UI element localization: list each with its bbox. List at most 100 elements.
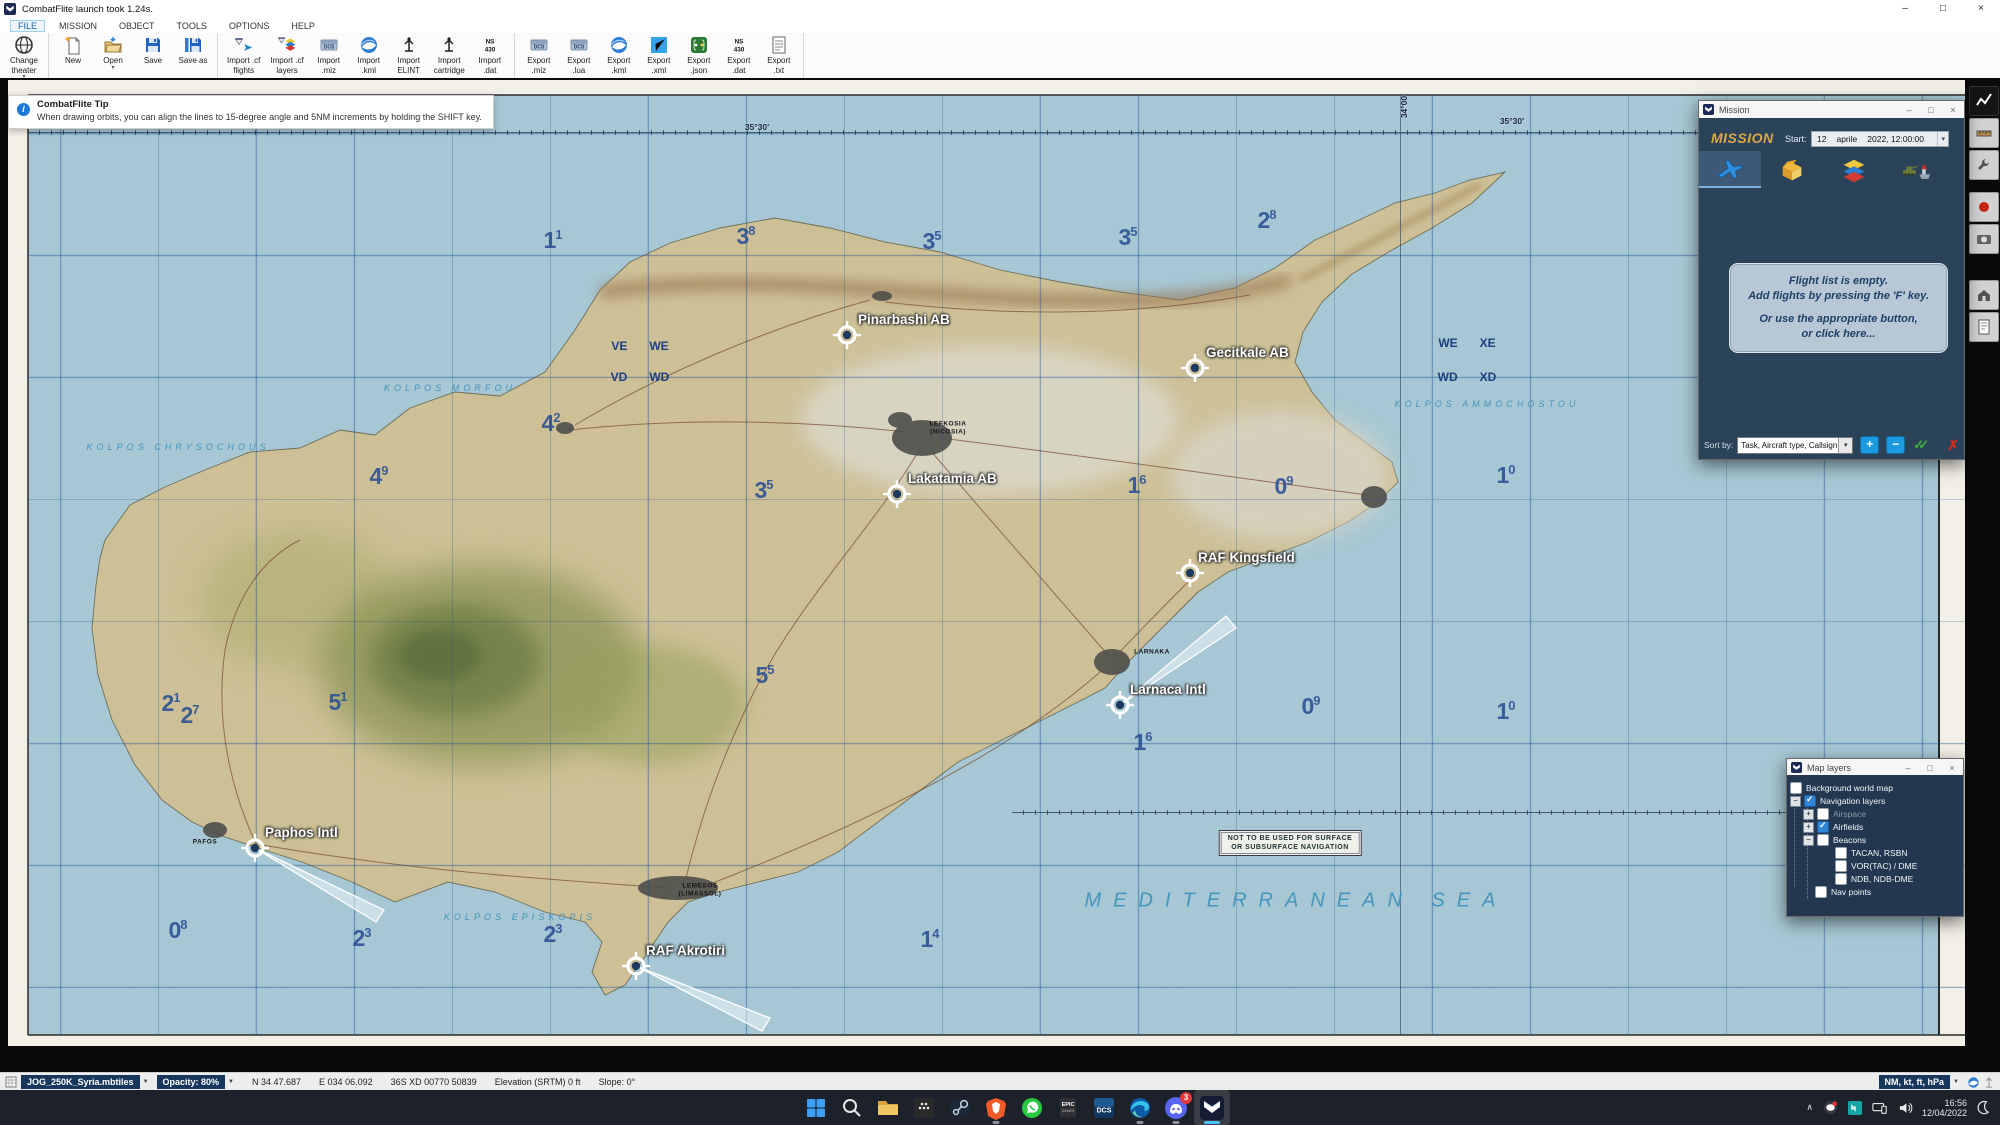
taskbar-brave-icon[interactable] [978, 1090, 1014, 1125]
airfield-symbol[interactable] [1106, 691, 1134, 719]
layer-checkbox[interactable] [1804, 795, 1816, 807]
chevron-down-icon[interactable]: ▼ [1953, 1079, 1959, 1085]
calendar-dropdown-icon[interactable]: ▾ [1937, 132, 1948, 146]
layer-checkbox[interactable] [1817, 821, 1829, 833]
layer-checkbox[interactable] [1835, 847, 1847, 859]
airfield-symbol[interactable] [883, 480, 911, 508]
mission-tab-packages[interactable] [1761, 151, 1823, 188]
airfield-symbol[interactable] [833, 321, 861, 349]
layer-row-tacan-rsbn[interactable]: TACAN, RSBN [1823, 847, 1908, 859]
layer-checkbox[interactable] [1817, 834, 1829, 846]
google-earth-icon[interactable] [1967, 1076, 1980, 1089]
taskbar-steam-icon[interactable] [942, 1090, 978, 1125]
layer-checkbox[interactable] [1817, 808, 1829, 820]
opacity-selector[interactable]: Opacity: 80% [157, 1075, 226, 1089]
close-button[interactable]: × [1962, 0, 2000, 18]
select-all-button[interactable]: ✓✓ [1913, 437, 1937, 453]
layer-checkbox[interactable] [1835, 860, 1847, 872]
export--dat-button[interactable]: NS430Export .dat [719, 33, 759, 78]
import-elint-button[interactable]: Import ELINT [389, 33, 429, 78]
layer-row-airspace[interactable]: +Airspace [1803, 808, 1866, 820]
import-cf-flights-button[interactable]: Import .cf flights [222, 33, 265, 78]
export--xml-button[interactable]: Export .xml [639, 33, 679, 78]
menu-mission[interactable]: MISSION [51, 20, 105, 32]
airfield-symbol[interactable] [241, 834, 269, 862]
close-button[interactable]: × [1942, 105, 1964, 115]
layer-checkbox[interactable] [1815, 886, 1827, 898]
layer-row-background-world-map[interactable]: Background world map [1790, 782, 1893, 794]
export--miz-button[interactable]: DCSExport .miz [519, 33, 559, 78]
minimize-button[interactable]: – [1886, 0, 1924, 18]
wrench-tool-button[interactable] [1969, 150, 1999, 180]
taskbar-combatflite-icon[interactable] [1194, 1090, 1230, 1125]
clear-button[interactable]: ✗ [1947, 437, 1959, 454]
new-button[interactable]: New [53, 33, 93, 78]
taskbar-whatsapp-icon[interactable] [1014, 1090, 1050, 1125]
import--kml-button[interactable]: Import .kml [349, 33, 389, 78]
airfield-symbol[interactable] [1181, 354, 1209, 382]
layer-checkbox[interactable] [1790, 782, 1802, 794]
chevron-down-icon[interactable]: ▼ [228, 1079, 234, 1085]
export--lua-button[interactable]: DCSExport .lua [559, 33, 599, 78]
mission-panel-titlebar[interactable]: Mission – □ × [1699, 101, 1964, 119]
sort-by-select[interactable]: Task, Aircraft type, Callsign ▾ [1737, 437, 1853, 454]
menu-help[interactable]: HELP [283, 20, 323, 32]
mission-tab-flights[interactable] [1699, 151, 1761, 188]
remove-flight-button[interactable]: − [1886, 436, 1905, 454]
record-tool-button[interactable] [1969, 192, 1999, 222]
mission-tab-layers[interactable] [1823, 151, 1885, 188]
tree-expander-icon[interactable]: − [1790, 796, 1801, 807]
tree-expander-icon[interactable]: + [1803, 822, 1814, 833]
minimize-button[interactable]: – [1897, 763, 1919, 773]
briefing-tool-button[interactable] [1969, 312, 1999, 342]
taskbar-snip-icon[interactable] [906, 1090, 942, 1125]
import--miz-button[interactable]: DCSImport .miz [309, 33, 349, 78]
chevron-down-icon[interactable]: ▾ [111, 66, 114, 70]
import-cartridge-button[interactable]: Import cartridge [429, 33, 470, 78]
taskbar-explorer-icon[interactable] [870, 1090, 906, 1125]
open-button[interactable]: Open▾ [93, 33, 133, 78]
import--dat-button[interactable]: NS430Import .dat [470, 33, 510, 78]
taskbar-epic-icon[interactable]: EPICGAMES [1050, 1090, 1086, 1125]
tray-clock[interactable]: 16:56 12/04/2022 [1922, 1098, 1967, 1118]
taskbar-search-icon[interactable] [834, 1090, 870, 1125]
menu-tools[interactable]: TOOLS [169, 20, 215, 32]
menu-object[interactable]: OBJECT [111, 20, 163, 32]
chevron-down-icon[interactable]: ▼ [143, 1079, 149, 1085]
maximize-button[interactable]: □ [1919, 763, 1941, 773]
speaker-icon[interactable] [1898, 1101, 1913, 1115]
export--txt-button[interactable]: Export .txt [759, 33, 799, 78]
mission-tab-units[interactable] [1885, 151, 1947, 188]
layer-row-airfields[interactable]: +Airfields [1803, 821, 1863, 833]
layer-row-vor-tac-dme[interactable]: VOR(TAC) / DME [1823, 860, 1917, 872]
maximize-button[interactable]: □ [1920, 105, 1942, 115]
taskbar-dcs-icon[interactable]: DCS [1086, 1090, 1122, 1125]
save-button[interactable]: Save [133, 33, 173, 78]
profile-tool-button[interactable] [1969, 86, 1999, 116]
discord-tray-icon[interactable] [1823, 1100, 1838, 1115]
save-as-button[interactable]: Save as [173, 33, 213, 78]
close-button[interactable]: × [1941, 763, 1963, 773]
layer-row-beacons[interactable]: −Beacons [1803, 834, 1866, 846]
taskbar-start-icon[interactable] [798, 1090, 834, 1125]
menu-options[interactable]: OPTIONS [221, 20, 278, 32]
tray-overflow-chevron[interactable]: ∧ [1806, 1102, 1813, 1113]
taskbar-edge-icon[interactable] [1122, 1090, 1158, 1125]
airfield-symbol[interactable] [1176, 559, 1204, 587]
menu-file[interactable]: FILE [10, 20, 45, 32]
maximize-button[interactable]: □ [1924, 0, 1962, 18]
home-tool-button[interactable] [1969, 280, 1999, 310]
layer-row-ndb-ndb-dme[interactable]: NDB, NDB-DME [1823, 873, 1913, 885]
airfield-symbol[interactable] [622, 952, 650, 980]
layer-row-nav-points[interactable]: Nav points [1803, 886, 1871, 898]
map-file-selector[interactable]: JOG_250K_Syria.mbtiles [21, 1075, 140, 1089]
units-selector[interactable]: NM, kt, ft, hPa [1879, 1075, 1951, 1089]
display-cast-icon[interactable] [1872, 1101, 1888, 1115]
import-cf-layers-button[interactable]: Import .cf layers [265, 33, 308, 78]
export--json-button[interactable]: Export .json [679, 33, 719, 78]
taskbar-discord-icon[interactable]: 3 [1158, 1090, 1194, 1125]
measure-tool-button[interactable] [1969, 118, 1999, 148]
tip-banner[interactable]: i CombatFlite Tip When drawing orbits, y… [8, 95, 494, 129]
tray-app-icon[interactable] [1848, 1101, 1862, 1115]
add-flight-button[interactable]: + [1860, 436, 1879, 454]
